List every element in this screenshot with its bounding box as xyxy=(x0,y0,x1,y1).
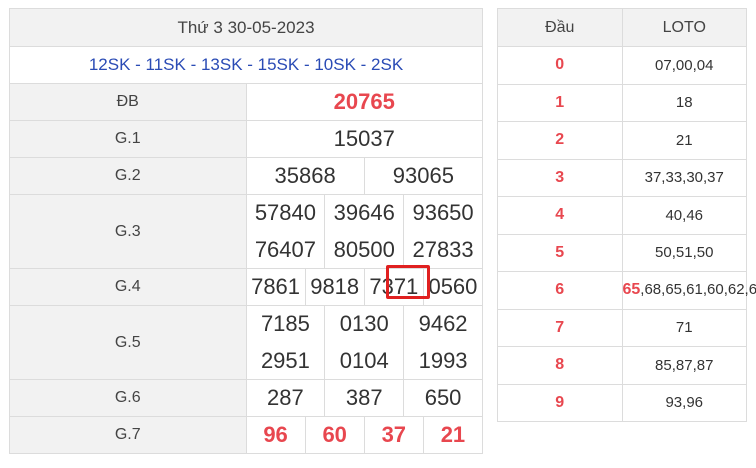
prize-value: 60 xyxy=(304,417,364,453)
loto-row: 1 18 xyxy=(497,83,747,122)
results-table: Thứ 3 30-05-2023 12SK - 11SK - 13SK - 15… xyxy=(9,8,483,454)
draw-codes: 12SK - 11SK - 13SK - 15SK - 10SK - 2SK xyxy=(9,46,483,84)
prize-value: 15037 xyxy=(245,120,483,158)
prize-value: 37 xyxy=(363,417,423,453)
prize-value: 57840 xyxy=(254,200,316,226)
prize-value: 39646 xyxy=(333,200,395,226)
loto-head: 6 xyxy=(497,271,623,310)
prize-value: 9462 xyxy=(418,311,468,337)
loto-values: 65,68,65,61,60,62,60 xyxy=(621,271,756,310)
prize-value: 287 xyxy=(267,385,304,410)
loto-head: 3 xyxy=(497,158,623,197)
loto-values: 40,46 xyxy=(621,196,747,235)
loto-row: 6 65,68,65,61,60,62,60 xyxy=(497,271,756,310)
prize-value: 0130 xyxy=(339,311,389,337)
loto-values: 18 xyxy=(621,83,747,122)
loto-values: 21 xyxy=(621,121,747,160)
loto-row: 2 21 xyxy=(497,121,747,160)
loto-values: 71 xyxy=(621,308,747,347)
loto-values-column-header: LOTO xyxy=(621,8,747,47)
prize-label: G.7 xyxy=(9,416,247,454)
loto-values-rest: ,68,65,61,60,62,60 xyxy=(640,281,756,299)
prize-value: 2951 xyxy=(260,347,310,373)
loto-row: 0 07,00,04 xyxy=(497,46,747,85)
prize-value: 9818 xyxy=(304,269,364,305)
draw-date: Thứ 3 30-05-2023 xyxy=(9,8,483,47)
loto-row: 5 50,51,50 xyxy=(497,233,747,272)
loto-head-column-header: Đầu xyxy=(497,8,623,47)
loto-values: 07,00,04 xyxy=(621,46,747,85)
prize-value: 76407 xyxy=(254,236,316,262)
loto-table: Đầu LOTO 0 07,00,04 1 18 2 21 3 37,33,30… xyxy=(497,8,756,422)
prize-value: 0104 xyxy=(339,347,389,373)
loto-head: 8 xyxy=(497,346,623,385)
loto-row: 7 71 xyxy=(497,308,747,347)
prize-row-g2: G.2 35868 93065 xyxy=(9,157,483,195)
loto-emphasized-value: 65 xyxy=(622,281,641,299)
prize-row-g1: G.1 15037 xyxy=(9,120,483,158)
prize-value: 93065 xyxy=(363,158,482,194)
prize-value: 650 xyxy=(403,380,482,416)
loto-values: 37,33,30,37 xyxy=(621,158,747,197)
loto-head: 0 xyxy=(497,46,623,85)
prize-value: 96 xyxy=(263,422,288,447)
prize-row-g6: G.6 287 387 650 xyxy=(9,379,483,417)
prize-value: 93650 xyxy=(412,200,474,226)
loto-values: 85,87,87 xyxy=(621,346,747,385)
loto-values: 93,96 xyxy=(621,383,747,422)
prize-label: ĐB xyxy=(9,83,247,121)
prize-row-g5: G.5 7185 2951 0130 0104 9462 1993 xyxy=(9,305,483,380)
loto-head: 2 xyxy=(497,121,623,160)
loto-head: 1 xyxy=(497,83,623,122)
special-prize-value: 20765 xyxy=(245,83,483,121)
prize-value-suffix: 71 xyxy=(393,274,419,299)
prize-value: 7861 xyxy=(251,274,301,299)
prize-label: G.6 xyxy=(9,379,247,417)
loto-row: 3 37,33,30,37 xyxy=(497,158,747,197)
prize-value: 0560 xyxy=(422,269,482,305)
prize-value: 21 xyxy=(422,417,482,453)
prize-label: G.4 xyxy=(9,268,247,306)
prize-value: 1993 xyxy=(418,347,468,373)
prize-row-g7: G.7 96 60 37 21 xyxy=(9,416,483,454)
prize-row-g3: G.3 57840 76407 39646 80500 93650 27833 xyxy=(9,194,483,269)
prize-label: G.5 xyxy=(9,305,247,380)
prize-label: G.3 xyxy=(9,194,247,269)
loto-row: 9 93,96 xyxy=(497,383,747,422)
loto-head: 7 xyxy=(497,308,623,347)
prize-value-highlighted: 73 71 xyxy=(363,265,430,305)
prize-value: 35868 xyxy=(274,163,336,188)
prize-value: 27833 xyxy=(412,236,474,262)
prize-row-db: ĐB 20765 xyxy=(9,83,483,121)
loto-head: 5 xyxy=(497,233,623,272)
prize-label: G.2 xyxy=(9,157,247,195)
prize-value: 387 xyxy=(324,380,403,416)
prize-value: 7185 xyxy=(260,311,310,337)
loto-values: 50,51,50 xyxy=(621,233,747,272)
loto-head: 4 xyxy=(497,196,623,235)
loto-row: 8 85,87,87 xyxy=(497,346,747,385)
prize-row-g4: G.4 7861 9818 73 71 0560 xyxy=(9,265,483,306)
loto-row: 4 40,46 xyxy=(497,196,747,235)
prize-label: G.1 xyxy=(9,120,247,158)
prize-value: 80500 xyxy=(333,236,395,262)
prize-value-prefix: 73 xyxy=(369,274,394,299)
loto-head: 9 xyxy=(497,383,623,422)
highlighted-digits: 71 xyxy=(385,265,430,300)
